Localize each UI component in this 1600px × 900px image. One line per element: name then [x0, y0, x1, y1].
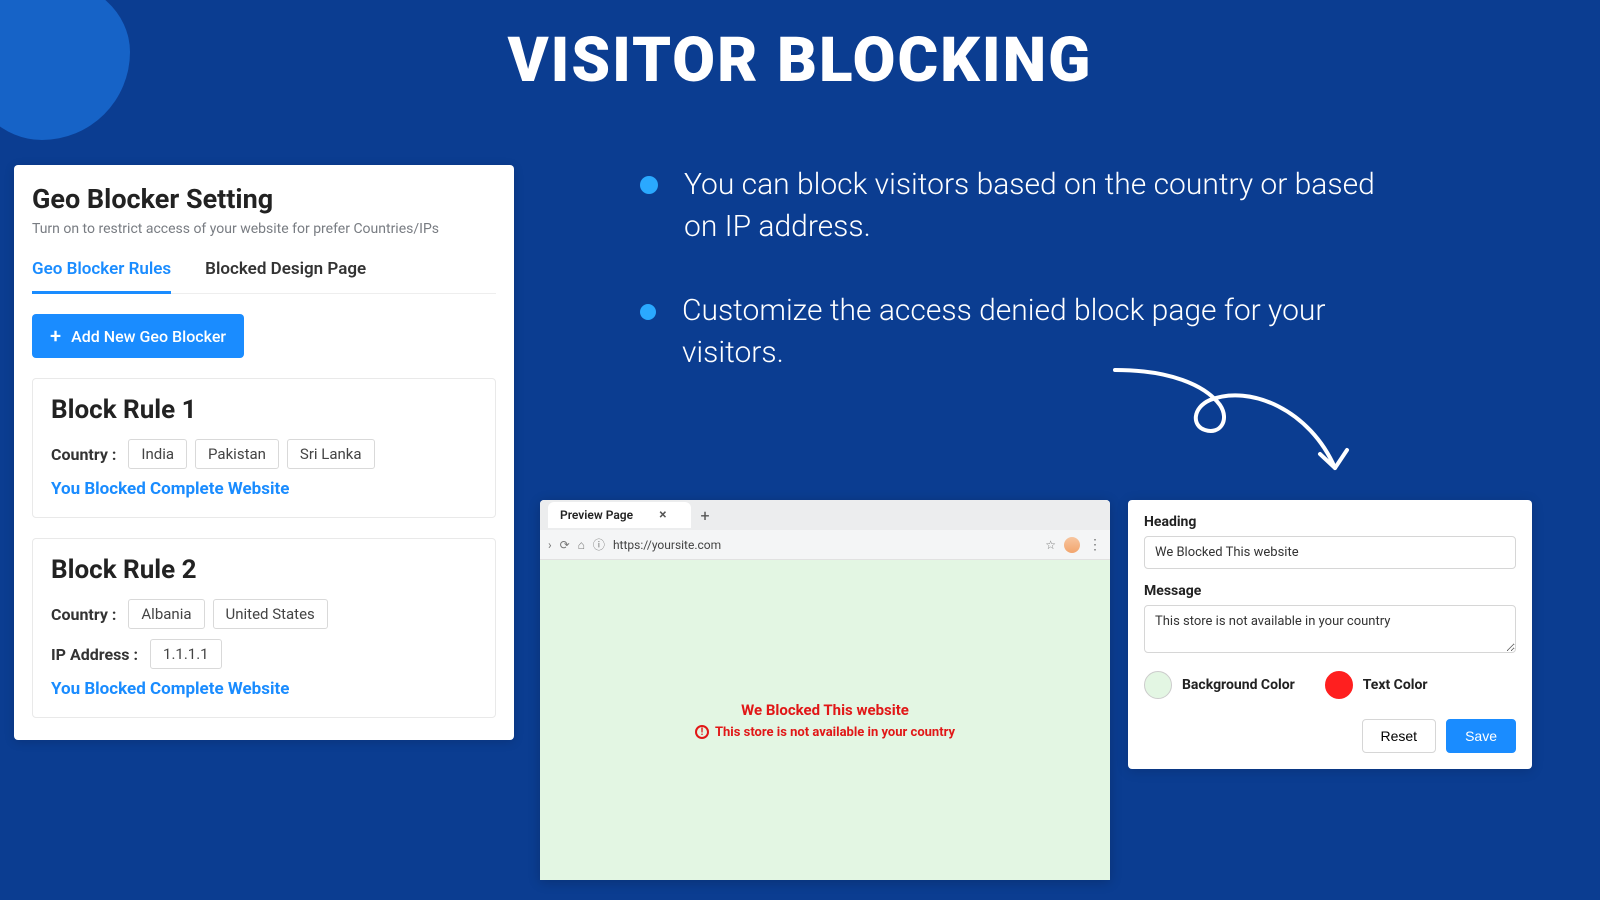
tab-rules[interactable]: Geo Blocker Rules	[32, 259, 171, 294]
preview-message: This store is not available in your coun…	[715, 725, 955, 740]
country-chip[interactable]: India	[128, 439, 187, 469]
country-label: Country :	[51, 605, 116, 624]
reload-icon[interactable]: ⟳	[560, 538, 570, 552]
bullet-item: You can block visitors based on the coun…	[640, 164, 1400, 248]
plus-icon: +	[50, 326, 61, 346]
message-textarea[interactable]	[1144, 605, 1516, 653]
ip-chip[interactable]: 1.1.1.1	[150, 639, 222, 669]
rule-status: You Blocked Complete Website	[51, 679, 477, 699]
browser-tab[interactable]: Preview Page ×	[548, 502, 691, 528]
bullet-dot-icon	[640, 176, 658, 194]
rule-ip-row: IP Address : 1.1.1.1	[51, 639, 477, 669]
arrow-icon	[1110, 350, 1370, 500]
geo-blocker-panel: Geo Blocker Setting Turn on to restrict …	[14, 165, 514, 740]
add-button-label: Add New Geo Blocker	[71, 327, 226, 346]
bg-color-label: Background Color	[1182, 677, 1295, 693]
rule-status: You Blocked Complete Website	[51, 479, 477, 499]
browser-tabbar: Preview Page × +	[540, 500, 1110, 530]
kebab-menu-icon[interactable]: ⋮	[1088, 537, 1102, 553]
profile-avatar[interactable]	[1064, 537, 1080, 553]
bg-color-swatch[interactable]	[1144, 671, 1172, 699]
tab-design[interactable]: Blocked Design Page	[205, 259, 366, 293]
save-button[interactable]: Save	[1446, 719, 1516, 753]
text-color-label: Text Color	[1363, 677, 1428, 693]
rule-card: Block Rule 1 Country : India Pakistan Sr…	[32, 378, 496, 518]
ip-label: IP Address :	[51, 645, 138, 664]
heading-label: Heading	[1144, 514, 1516, 530]
home-icon[interactable]: ⌂	[578, 538, 585, 552]
reset-button[interactable]: Reset	[1362, 719, 1437, 753]
info-icon[interactable]: ⓘ	[593, 536, 605, 553]
preview-browser: Preview Page × + › ⟳ ⌂ ⓘ https://yoursit…	[540, 500, 1110, 880]
rule-card: Block Rule 2 Country : Albania United St…	[32, 538, 496, 718]
rule-title: Block Rule 2	[51, 555, 477, 585]
preview-message-row: ! This store is not available in your co…	[695, 725, 955, 740]
preview-viewport: We Blocked This website ! This store is …	[540, 560, 1110, 880]
block-page-editor: Heading Message Background Color Text Co…	[1128, 500, 1532, 769]
panel-tabs: Geo Blocker Rules Blocked Design Page	[32, 259, 496, 294]
bullet-text: You can block visitors based on the coun…	[684, 164, 1400, 248]
alert-icon: !	[695, 725, 709, 739]
preview-heading: We Blocked This website	[741, 701, 909, 719]
text-color-swatch[interactable]	[1325, 671, 1353, 699]
heading-input[interactable]	[1144, 536, 1516, 569]
panel-subtitle: Turn on to restrict access of your websi…	[32, 221, 496, 237]
editor-buttons: Reset Save	[1144, 719, 1516, 753]
country-chip[interactable]: Albania	[128, 599, 204, 629]
bullet-dot-icon	[640, 304, 656, 320]
browser-tab-title: Preview Page	[560, 508, 633, 522]
color-swatch-row: Background Color Text Color	[1144, 671, 1516, 699]
panel-title: Geo Blocker Setting	[32, 183, 496, 215]
new-tab-icon[interactable]: +	[701, 506, 710, 525]
banner-title: VISITOR BLOCKING	[0, 24, 1600, 97]
country-chip[interactable]: Pakistan	[195, 439, 279, 469]
country-chip[interactable]: Sri Lanka	[287, 439, 375, 469]
rule-title: Block Rule 1	[51, 395, 477, 425]
country-chip[interactable]: United States	[213, 599, 328, 629]
message-label: Message	[1144, 583, 1516, 599]
nav-forward-icon[interactable]: ›	[548, 538, 552, 552]
close-tab-icon[interactable]: ×	[659, 507, 666, 523]
rule-country-row: Country : India Pakistan Sri Lanka	[51, 439, 477, 469]
country-label: Country :	[51, 445, 116, 464]
rule-country-row: Country : Albania United States	[51, 599, 477, 629]
url-text[interactable]: https://yoursite.com	[613, 538, 1037, 552]
bookmark-icon[interactable]: ☆	[1045, 538, 1056, 552]
browser-address-bar: › ⟳ ⌂ ⓘ https://yoursite.com ☆ ⋮	[540, 530, 1110, 560]
add-geo-blocker-button[interactable]: + Add New Geo Blocker	[32, 314, 244, 358]
